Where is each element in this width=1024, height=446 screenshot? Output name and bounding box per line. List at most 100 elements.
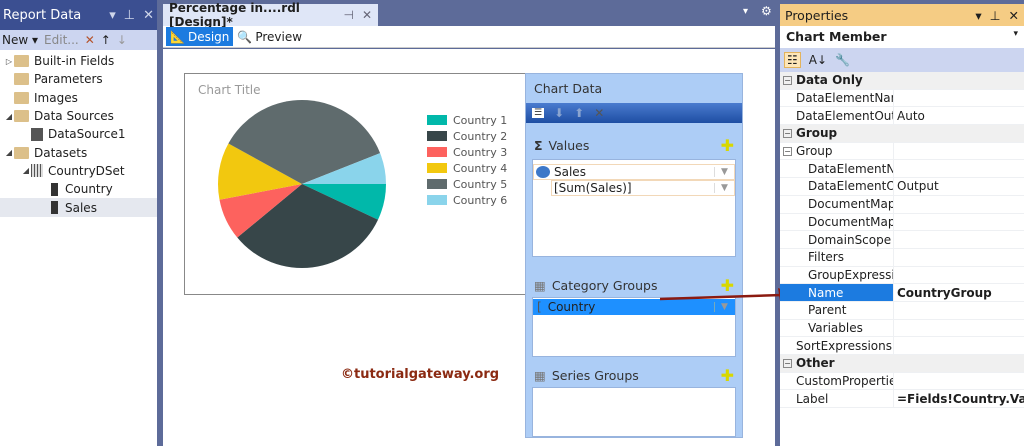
move-up-icon[interactable]: ⬆	[574, 106, 584, 120]
property-value[interactable]	[894, 337, 1024, 354]
tree-item[interactable]: ◢ Datasets	[0, 143, 157, 161]
property-value[interactable]	[894, 249, 1024, 266]
move-up-icon[interactable]: ↑	[101, 33, 111, 47]
expander-icon[interactable]: ◢	[21, 166, 31, 175]
add-series-icon[interactable]: ✚	[721, 366, 734, 385]
expander-icon[interactable]: ◢	[4, 148, 14, 157]
property-row[interactable]: SortExpressions	[780, 337, 1024, 355]
close-icon[interactable]: ✕	[143, 8, 154, 23]
property-category[interactable]: − Data Only	[780, 72, 1024, 90]
property-row[interactable]: DomainScope	[780, 231, 1024, 249]
close-icon[interactable]: ✕	[1009, 8, 1019, 23]
value-field-sales[interactable]: Sales ▼	[533, 164, 735, 180]
property-row[interactable]: Label=Fields!Country.Value	[780, 390, 1024, 409]
dropdown-icon[interactable]: ▾	[975, 8, 981, 23]
tree-item-label: Images	[34, 90, 78, 105]
property-value[interactable]: Auto	[894, 107, 1024, 124]
tree-item[interactable]: DataSource1	[0, 125, 157, 143]
property-value[interactable]	[894, 160, 1024, 177]
alphabetical-sort-icon[interactable]: A↓	[809, 53, 827, 67]
legend-swatch	[427, 195, 447, 205]
document-tab[interactable]: Percentage in....rdl [Design]* ⊣ ✕	[163, 1, 378, 29]
tab-design[interactable]: 📐 Design	[166, 27, 234, 46]
property-row[interactable]: DocumentMapLevel	[780, 213, 1024, 232]
report-data-toolbar: New ▾ Edit... ✕ ↑ ↓	[0, 30, 157, 50]
value-expression[interactable]: [Sum(Sales)] ▼	[551, 180, 735, 196]
tree-item[interactable]: Sales	[0, 198, 157, 217]
collapse-icon[interactable]: −	[783, 128, 792, 138]
object-selector[interactable]: Chart Member ▾	[780, 26, 1024, 48]
property-row[interactable]: CustomProperties	[780, 372, 1024, 391]
tree-item[interactable]: ▷ Built-in Fields	[0, 52, 157, 70]
property-value[interactable]	[894, 373, 1024, 390]
tree-item-label: CountryDSet	[48, 163, 125, 178]
property-category[interactable]: − Other	[780, 355, 1024, 373]
chart-data-title: Chart Data	[534, 81, 603, 96]
gear-icon[interactable]: ⚙	[761, 4, 772, 18]
tree-item[interactable]: ◢ Data Sources	[0, 107, 157, 125]
tree-item[interactable]: Images	[0, 89, 157, 107]
property-row[interactable]: Parent	[780, 301, 1024, 320]
tree-item-label: Parameters	[34, 72, 103, 87]
property-value[interactable]: =Fields!Country.Value	[894, 390, 1024, 407]
property-row[interactable]: DataElementName	[780, 89, 1024, 108]
property-category[interactable]: − Group	[780, 125, 1024, 143]
delete-icon[interactable]: ✕	[85, 33, 95, 47]
property-value[interactable]	[894, 320, 1024, 337]
property-row[interactable]: Variables	[780, 319, 1024, 338]
property-value[interactable]	[894, 231, 1024, 248]
tree-item-label: Datasets	[34, 145, 88, 160]
category-label: − Group	[783, 126, 838, 141]
pin-icon[interactable]: ⊥	[124, 8, 135, 23]
close-tab-icon[interactable]: ✕	[362, 8, 372, 22]
expander-icon[interactable]: ▷	[4, 57, 14, 66]
document-tab-title: Percentage in....rdl [Design]*	[169, 1, 300, 29]
report-data-titlebar: Report Data ▾ ⊥ ✕	[0, 0, 157, 30]
expander-icon[interactable]: ◢	[4, 112, 14, 121]
property-value[interactable]: CountryGroup	[894, 284, 1024, 301]
dropdown-icon[interactable]: ▼	[714, 167, 734, 177]
property-row[interactable]: DataElementName	[780, 160, 1024, 179]
chart-legend[interactable]: Country 1 Country 2 Country 3 Country 4 Coun…	[427, 112, 507, 208]
design-icon: 📐	[170, 29, 185, 44]
dropdown-icon[interactable]: ▼	[714, 183, 734, 193]
property-row[interactable]: DataElementOutputAuto	[780, 107, 1024, 126]
property-row[interactable]: − Group	[780, 142, 1024, 161]
categorized-icon[interactable]: ☷	[784, 52, 801, 68]
pie-chart[interactable]: Chart Title Country 1 Country 2 Country 3C…	[184, 73, 526, 295]
property-value[interactable]	[894, 214, 1024, 231]
collapse-icon[interactable]: −	[783, 146, 792, 156]
property-row[interactable]: Filters	[780, 248, 1024, 267]
property-value[interactable]	[894, 90, 1024, 107]
tree-item[interactable]: Parameters	[0, 70, 157, 88]
pin-icon[interactable]: ⊣	[343, 8, 353, 22]
wrench-icon[interactable]: 🔧	[835, 53, 850, 67]
property-row[interactable]: Name CountryGroup	[780, 284, 1024, 302]
property-value[interactable]	[894, 267, 1024, 284]
field-icon	[51, 201, 58, 215]
legend-item: Country 5	[427, 176, 507, 192]
new-button[interactable]: New ▾	[2, 33, 38, 47]
move-down-icon[interactable]: ↓	[117, 33, 127, 47]
move-down-icon[interactable]: ⬇	[554, 106, 564, 120]
collapse-icon[interactable]: −	[783, 75, 792, 85]
design-canvas[interactable]: Chart Title Country 1 Country 2 Country 3C…	[163, 49, 775, 446]
pin-icon[interactable]: ⊥	[990, 8, 1001, 23]
edit-button[interactable]: Edit...	[44, 33, 79, 47]
dropdown-icon[interactable]: ▾	[743, 6, 748, 17]
property-value[interactable]: Output	[894, 178, 1024, 195]
delete-icon[interactable]: ✕	[594, 106, 604, 120]
tab-preview[interactable]: 🔍 Preview	[233, 27, 306, 46]
properties-icon[interactable]: ☰	[532, 108, 545, 118]
property-row[interactable]: DocumentMapLabel	[780, 195, 1024, 214]
dropdown-icon[interactable]: ▾	[109, 8, 116, 23]
property-row[interactable]: DataElementOutputOutput	[780, 178, 1024, 196]
property-row[interactable]: GroupExpressions	[780, 266, 1024, 285]
property-value[interactable]	[894, 302, 1024, 319]
collapse-icon[interactable]: −	[783, 358, 792, 368]
tree-item[interactable]: ◢ CountryDSet	[0, 162, 157, 180]
property-value[interactable]	[894, 143, 1024, 160]
tree-item[interactable]: Country	[0, 180, 157, 198]
property-value[interactable]	[894, 196, 1024, 213]
add-value-icon[interactable]: ✚	[721, 136, 734, 155]
